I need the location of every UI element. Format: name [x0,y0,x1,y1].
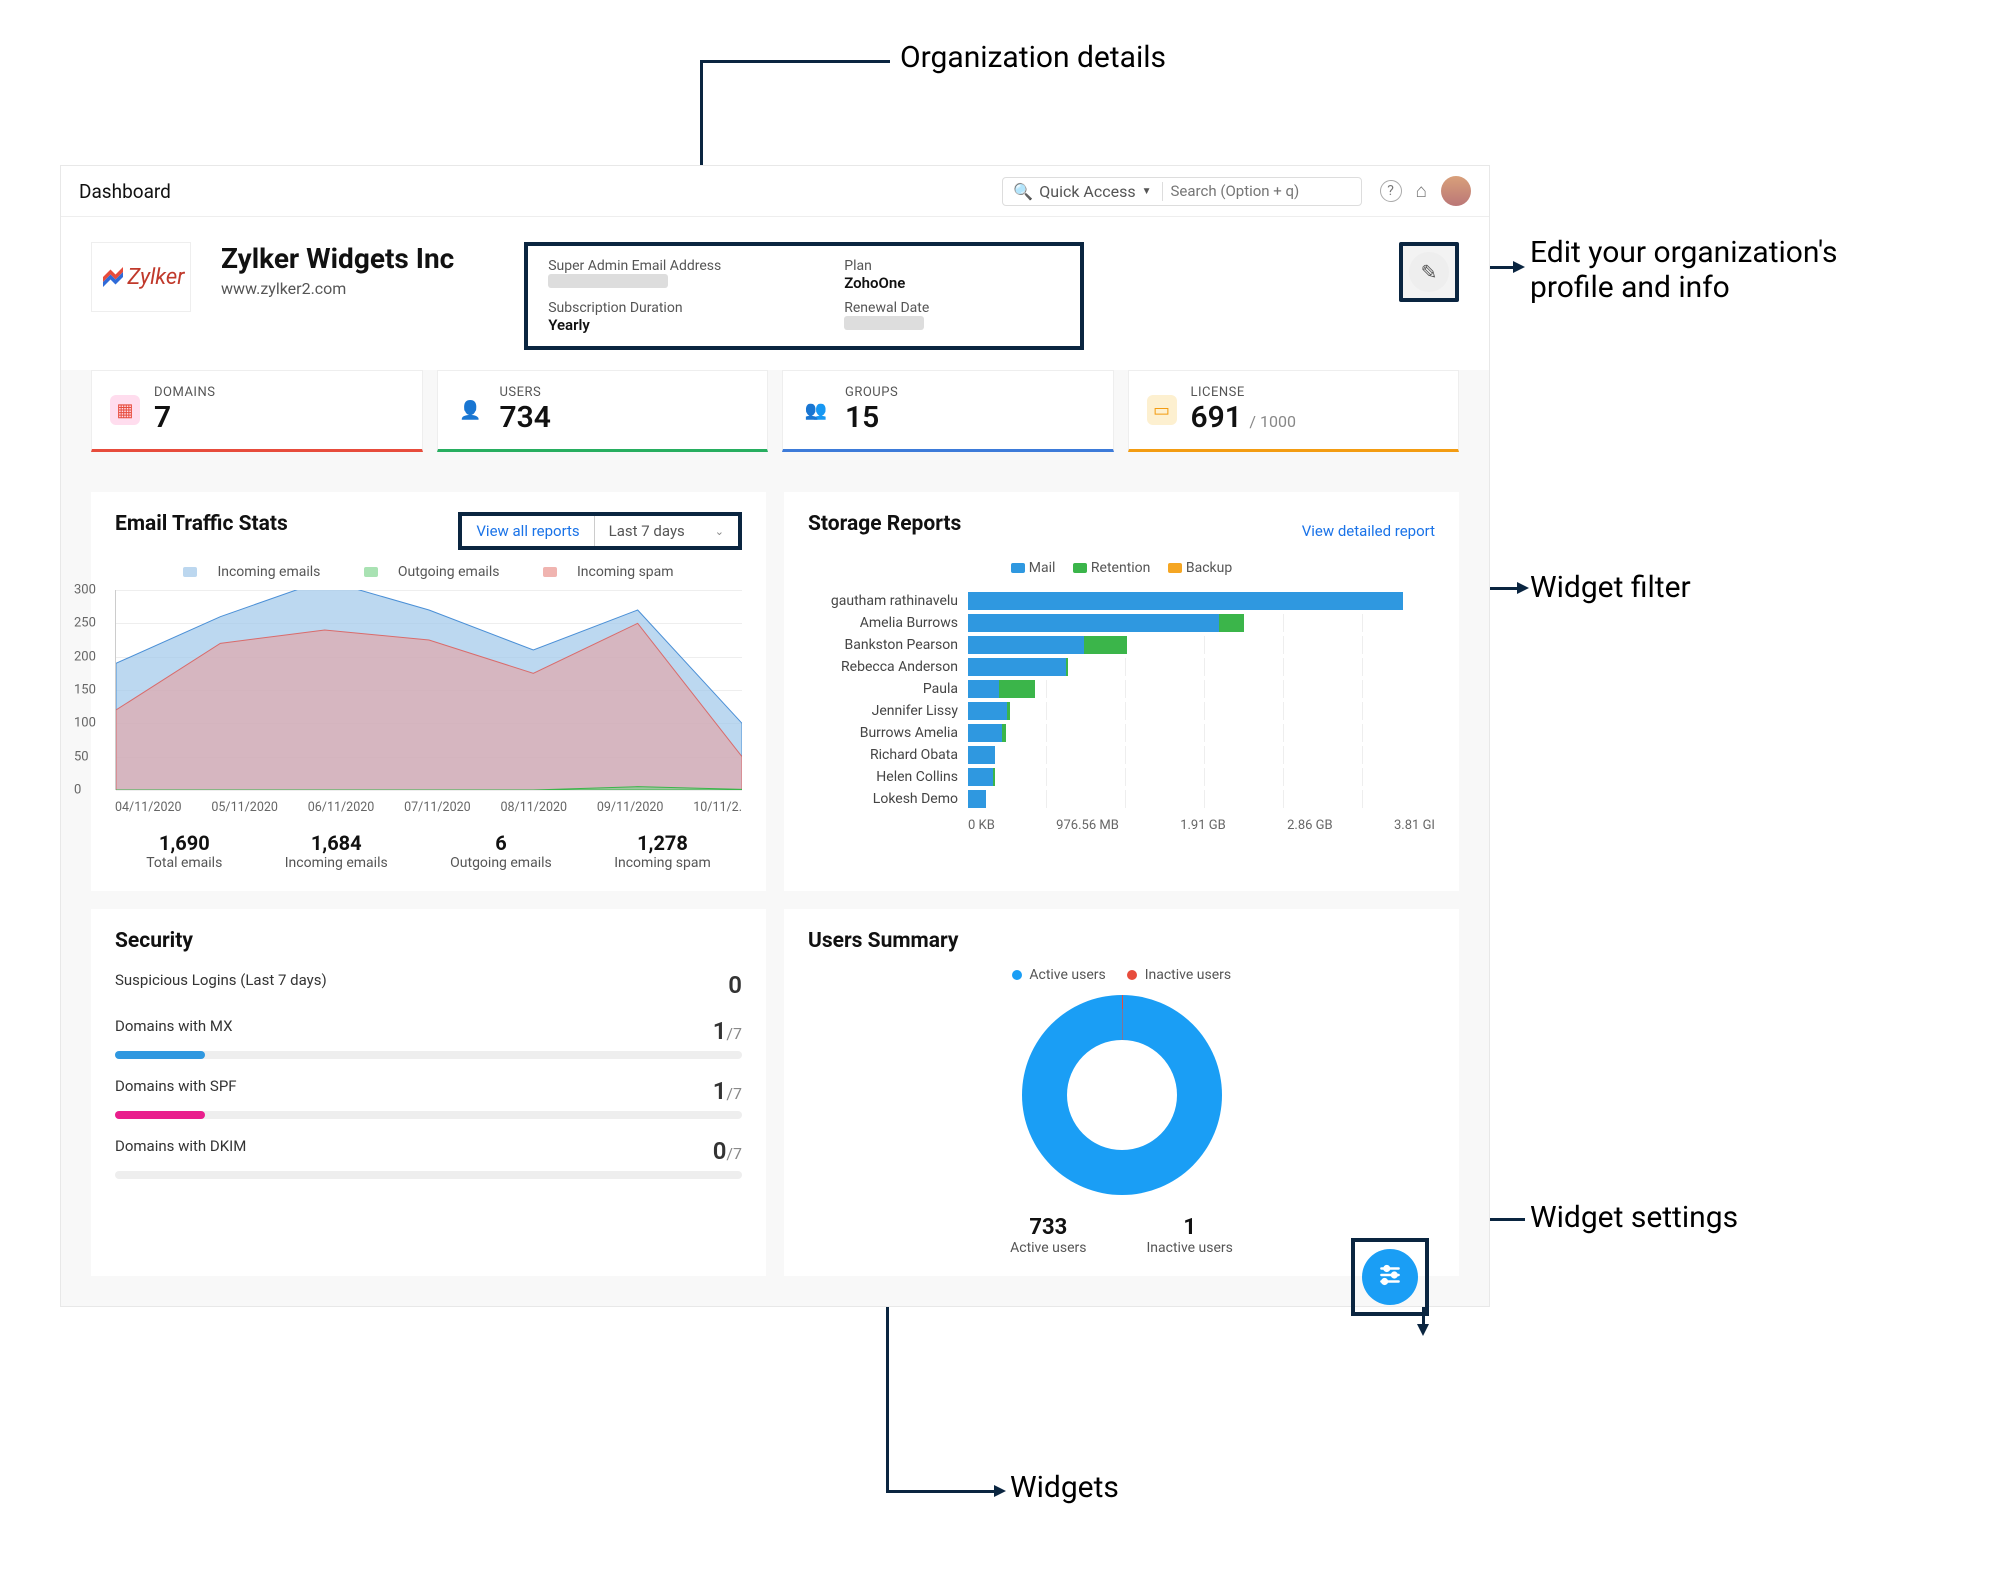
organization-header: Zylker Zylker Widgets Inc www.zylker2.co… [61,217,1489,370]
view-all-reports-link[interactable]: View all reports [462,516,594,546]
license-icon: ▭ [1147,395,1177,425]
storage-row: gautham rathinavelu [808,592,1435,610]
storage-row: Amelia Burrows [808,614,1435,632]
security-row: Domains with MX1/7 [115,1017,742,1059]
org-name: Zylker Widgets Inc [221,242,454,275]
org-logo: Zylker [91,242,191,312]
avatar[interactable] [1441,176,1471,206]
storage-row: Helen Collins [808,768,1435,786]
annotation-edit-profile: Edit your organization's profile and inf… [1530,235,1838,305]
storage-row: Rebecca Anderson [808,658,1435,676]
storage-row: Burrows Amelia [808,724,1435,742]
widget-storage-reports: Storage Reports View detailed report Mai… [784,492,1459,891]
renewal-date-redacted [844,316,924,330]
storage-legend: Mail Retention Backup [808,560,1435,576]
annotation-widget-settings: Widget settings [1530,1200,1738,1235]
email-traffic-filter: View all reports Last 7 days ⌄ [458,512,742,550]
chevron-down-icon: ▼ [1142,186,1152,197]
users-donut-chart [1022,995,1222,1195]
sliders-icon [1377,1262,1403,1293]
view-detailed-report-link[interactable]: View detailed report [1302,522,1435,540]
email-traffic-legend: Incoming emails Outgoing emails Incoming… [115,564,742,580]
groups-icon: 👥 [801,395,831,425]
admin-dashboard-app: Dashboard 🔍 Quick Access ▼ ? ⌂ Zylker Zy… [60,165,1490,1307]
annotation-org-details: Organization details [900,40,1166,75]
widget-users-summary: Users Summary Active users Inactive user… [784,909,1459,1276]
security-row: Domains with DKIM0/7 [115,1137,742,1179]
annotation-widget-filter: Widget filter [1530,570,1691,605]
widget-settings-button[interactable] [1351,1238,1429,1316]
topbar: Dashboard 🔍 Quick Access ▼ ? ⌂ [61,166,1489,217]
search-icon: 🔍 [1013,182,1033,201]
home-icon[interactable]: ⌂ [1416,179,1427,203]
organization-details-box: Super Admin Email Address Plan ZohoOne S… [524,242,1084,350]
security-row: Suspicious Logins (Last 7 days)0 [115,971,742,999]
date-range-select[interactable]: Last 7 days ⌄ [595,516,738,546]
storage-row: Lokesh Demo [808,790,1435,808]
stat-card-license[interactable]: ▭ LICENSE691 / 1000 [1128,370,1460,452]
chevron-down-icon: ⌄ [715,525,724,538]
storage-row: Bankston Pearson [808,636,1435,654]
email-traffic-x-axis: 04/11/202005/11/202006/11/202007/11/2020… [115,800,742,815]
stat-card-domains[interactable]: ▦ DOMAINS7 [91,370,423,452]
users-icon: 👤 [456,395,486,425]
email-traffic-totals: 1,690Total emails1,684Incoming emails6Ou… [115,831,742,871]
storage-bar-chart: gautham rathinavelu Amelia Burrows Banksto… [808,592,1435,808]
widget-email-traffic: Email Traffic Stats View all reports Las… [91,492,766,891]
domains-icon: ▦ [110,395,140,425]
page-title: Dashboard [79,180,171,203]
annotation-widgets: Widgets [1010,1470,1119,1505]
search-input[interactable] [1171,182,1351,200]
stat-cards-row: ▦ DOMAINS7 👤 USERS734 👥 GROUPS15 ▭ LICEN… [61,370,1489,472]
storage-row: Paula [808,680,1435,698]
stat-card-groups[interactable]: 👥 GROUPS15 [782,370,1114,452]
storage-row: Jennifer Lissy [808,702,1435,720]
storage-x-axis: 0 KB976.56 MB1.91 GB2.86 GB3.81 GI [968,818,1435,833]
users-summary-legend: Active users Inactive users [808,967,1435,983]
quick-access-search[interactable]: 🔍 Quick Access ▼ [1002,177,1361,206]
security-row: Domains with SPF1/7 [115,1077,742,1119]
stat-card-users[interactable]: 👤 USERS734 [437,370,769,452]
email-traffic-chart: 050100150200250300 [115,590,742,790]
widget-security: Security Suspicious Logins (Last 7 days)… [91,909,766,1276]
widgets-grid: Email Traffic Stats View all reports Las… [61,472,1489,1306]
storage-row: Richard Obata [808,746,1435,764]
super-admin-email-redacted [548,274,668,288]
edit-organization-button[interactable]: ✎ [1399,242,1459,302]
help-icon[interactable]: ? [1380,180,1402,202]
pencil-icon: ✎ [1421,260,1438,284]
org-website: www.zylker2.com [221,279,454,298]
